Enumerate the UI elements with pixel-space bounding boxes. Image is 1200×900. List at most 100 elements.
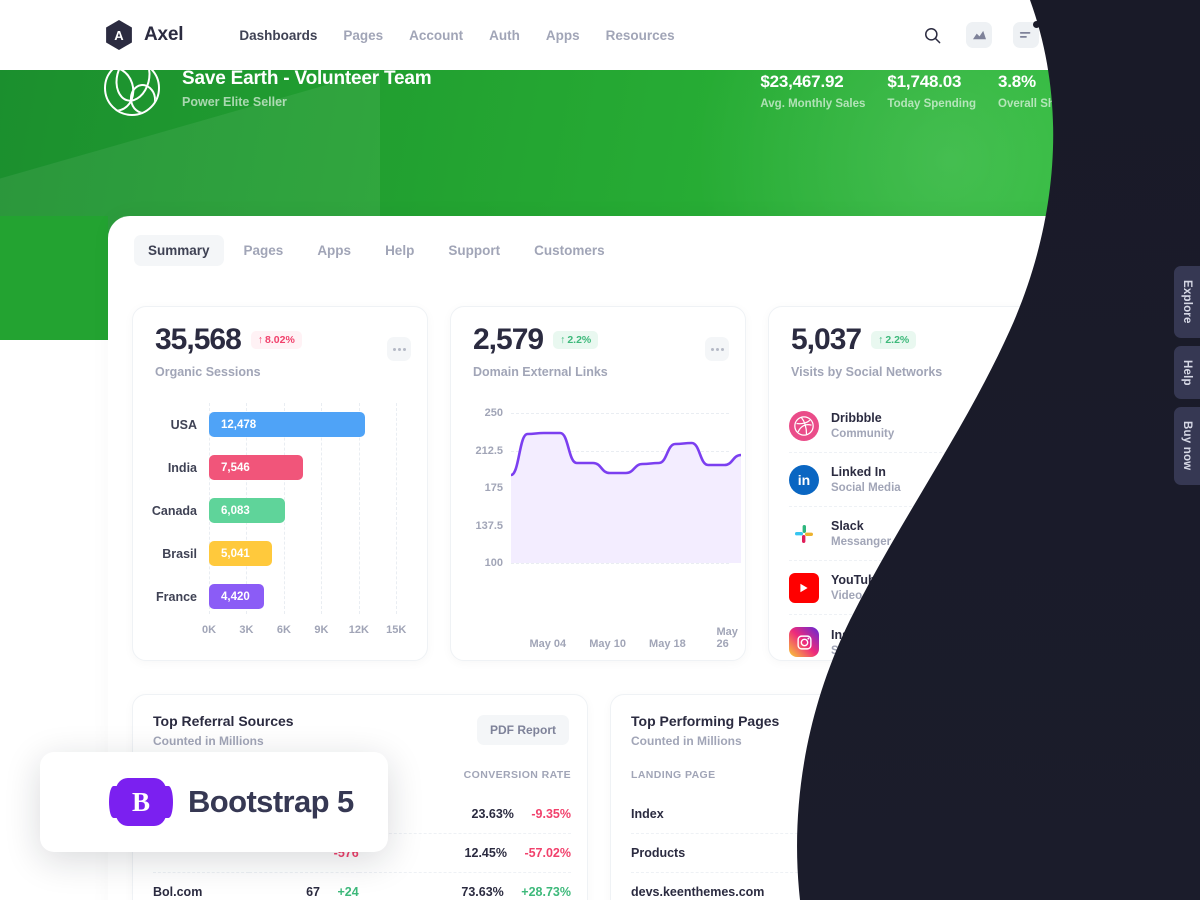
page-name: devs.keenthemes.com [631,872,824,900]
card-title: Top Referral Sources [153,713,294,729]
conversion-rate: 23.63% [471,807,514,821]
youtube-icon [789,572,819,603]
position-value: 7.63 [975,885,1000,899]
domain-links-card: 2,579 ↑ 2.2% Domain External Links 100 13… [450,306,746,661]
domain-links-area-chart: 100 137.5 175 212.5 250 May 04 May 10 May 18 Ma… [467,407,741,650]
stat-value: $23,467.92 [760,72,844,91]
ellipsis-icon[interactable] [1023,337,1047,361]
network-value: 794 [969,526,992,541]
position-value: 2.63 [978,807,1004,821]
social-networks-list: Dribbble Community 579 ↑ 2.6% in Linked … [789,399,1047,669]
top-performing-pages-card: Top Performing Pages Counted in Millions… [610,694,1066,900]
social-visits-card: 5,037 ↑ 2.2% Visits by Social Networks D… [768,306,1064,661]
list-item[interactable]: Slack Messanger 794 ↑ 0.2% [789,507,1047,561]
bar-axis-tick: 9K [314,624,329,636]
bar-row: USA 12,478 [151,403,413,446]
side-tab-rail: Explore Help Buy now [1174,266,1200,485]
arrow-up-icon: ↑ [1008,636,1015,648]
slack-icon [789,519,819,549]
avatar[interactable] [1060,17,1096,53]
bootstrap-label: Bootstrap 5 [188,784,354,819]
nav-link-dashboards[interactable]: Dashboards [239,28,317,43]
notification-badge-dot [1033,21,1040,28]
arrow-down-icon: ↓ [1008,473,1015,486]
list-item[interactable]: Instagram Social Network 1,458 ↑ 8.3% [789,615,1047,669]
network-delta-badge: ↑ 8.3% [1001,633,1047,651]
organic-sessions-value: 35,568 [155,323,242,356]
table-row[interactable]: Bol.com 67 +24 73.63% +28.73% [153,872,571,900]
side-tab-explore[interactable]: Explore [1174,266,1200,338]
column-header: CLICKS [887,769,930,781]
ellipsis-icon[interactable] [705,337,729,361]
tab-summary[interactable]: Summary [134,235,224,266]
tab-support[interactable]: Support [434,235,514,266]
column-header: CONVERSION RATE [463,769,571,781]
delta-value: 0.4% [1016,473,1040,486]
list-item[interactable]: YouTube Video Channel 978 ↑ 4.1% [789,561,1047,615]
position-delta: +8.73 [1017,885,1049,899]
brand[interactable]: A Axel [104,20,184,50]
bar-axis-tick: 15K [386,624,407,636]
search-icon[interactable] [919,22,945,48]
ellipsis-icon[interactable] [387,337,411,361]
tab-pages[interactable]: Pages [230,235,298,266]
table-row[interactable]: Index 1,256 -935 2.63 -1.35 [631,795,1049,834]
source-name: Bol.com [153,872,249,900]
bar-axis-tick: 3K [239,624,254,636]
clicks-delta: -935 [904,807,930,821]
position-value: 1.45 [982,846,1008,860]
area-axis-x-tick: May 04 [529,638,567,650]
pdf-report-button[interactable]: PDF Report [955,715,1047,745]
clicks-cell: 1,256 -935 [823,795,929,834]
tab-apps[interactable]: Apps [303,235,365,266]
column-header: AVG. POSITION [965,769,1049,781]
rate-cell: 23.63% -9.35% [359,795,572,834]
conversion-rate: 73.63% [461,885,504,899]
stat-label: Overall Share [998,98,1073,110]
list-item[interactable]: in Linked In Social Media 1,088 ↓ 0.4% [789,453,1047,507]
bar-label: Brasil [162,546,197,561]
chart-icon[interactable] [966,22,992,48]
domain-links-subtitle: Domain External Links [473,365,608,379]
side-tab-help[interactable]: Help [1174,345,1200,400]
delta-value: 8.3% [1016,636,1040,648]
side-tab-buy-now[interactable]: Buy now [1174,407,1200,485]
nav-link-apps[interactable]: Apps [546,28,580,43]
table-row[interactable]: devs.keenthemes.com 67 +24 7.63 +8.73 [631,872,1049,900]
pdf-report-button[interactable]: PDF Report [477,715,569,745]
hero-subtitle: Power Elite Seller [182,94,287,109]
clicks-cell: 67 +24 [823,872,930,900]
arrow-up-icon: ↑ [257,334,264,346]
nav-link-resources[interactable]: Resources [606,28,675,43]
nav-link-account[interactable]: Account [409,28,463,43]
bootstrap-badge-card[interactable]: B Bootstrap 5 [40,752,388,852]
rate-delta: +28.73% [521,885,571,899]
stat-item: $23,467.92 Avg. Monthly Sales [760,72,887,110]
bar-value: 5,041 [221,547,250,560]
card-subtitle: Counted in Millions [631,734,742,748]
area-axis-y-tick: 100 [484,557,503,569]
social-visits-subtitle: Visits by Social Networks [791,365,943,379]
list-item[interactable]: Dribbble Community 579 ↑ 2.6% [789,399,1047,453]
tab-help[interactable]: Help [371,235,428,266]
network-delta-badge: ↑ 2.6% [1001,416,1047,435]
bar-value: 12,478 [221,418,257,431]
network-delta-badge: ↓ 0.4% [1001,470,1047,489]
table-row[interactable]: Products 446 -576 1.45 0.32 [631,833,1049,873]
rate-delta: -9.35% [531,807,571,821]
position-delta: -1.35 [1020,807,1050,821]
sessions-cell: 67 +24 [248,872,359,900]
page-name: Products [631,833,824,873]
area-axis-x-tick: May 10 [589,638,626,650]
notifications-icon[interactable] [1013,21,1040,48]
area-fill [511,433,741,563]
area-axis-y-tick: 137.5 [475,519,503,532]
clicks-value: 67 [876,885,891,899]
nav-link-pages[interactable]: Pages [343,28,383,43]
arrow-up-icon: ↑ [1008,419,1015,432]
bar-row: India 7,546 [151,446,413,489]
domain-links-badge: ↑ 2.2% [553,331,599,349]
network-value: 579 [969,418,992,433]
tab-customers[interactable]: Customers [520,235,619,266]
nav-link-auth[interactable]: Auth [489,28,520,43]
